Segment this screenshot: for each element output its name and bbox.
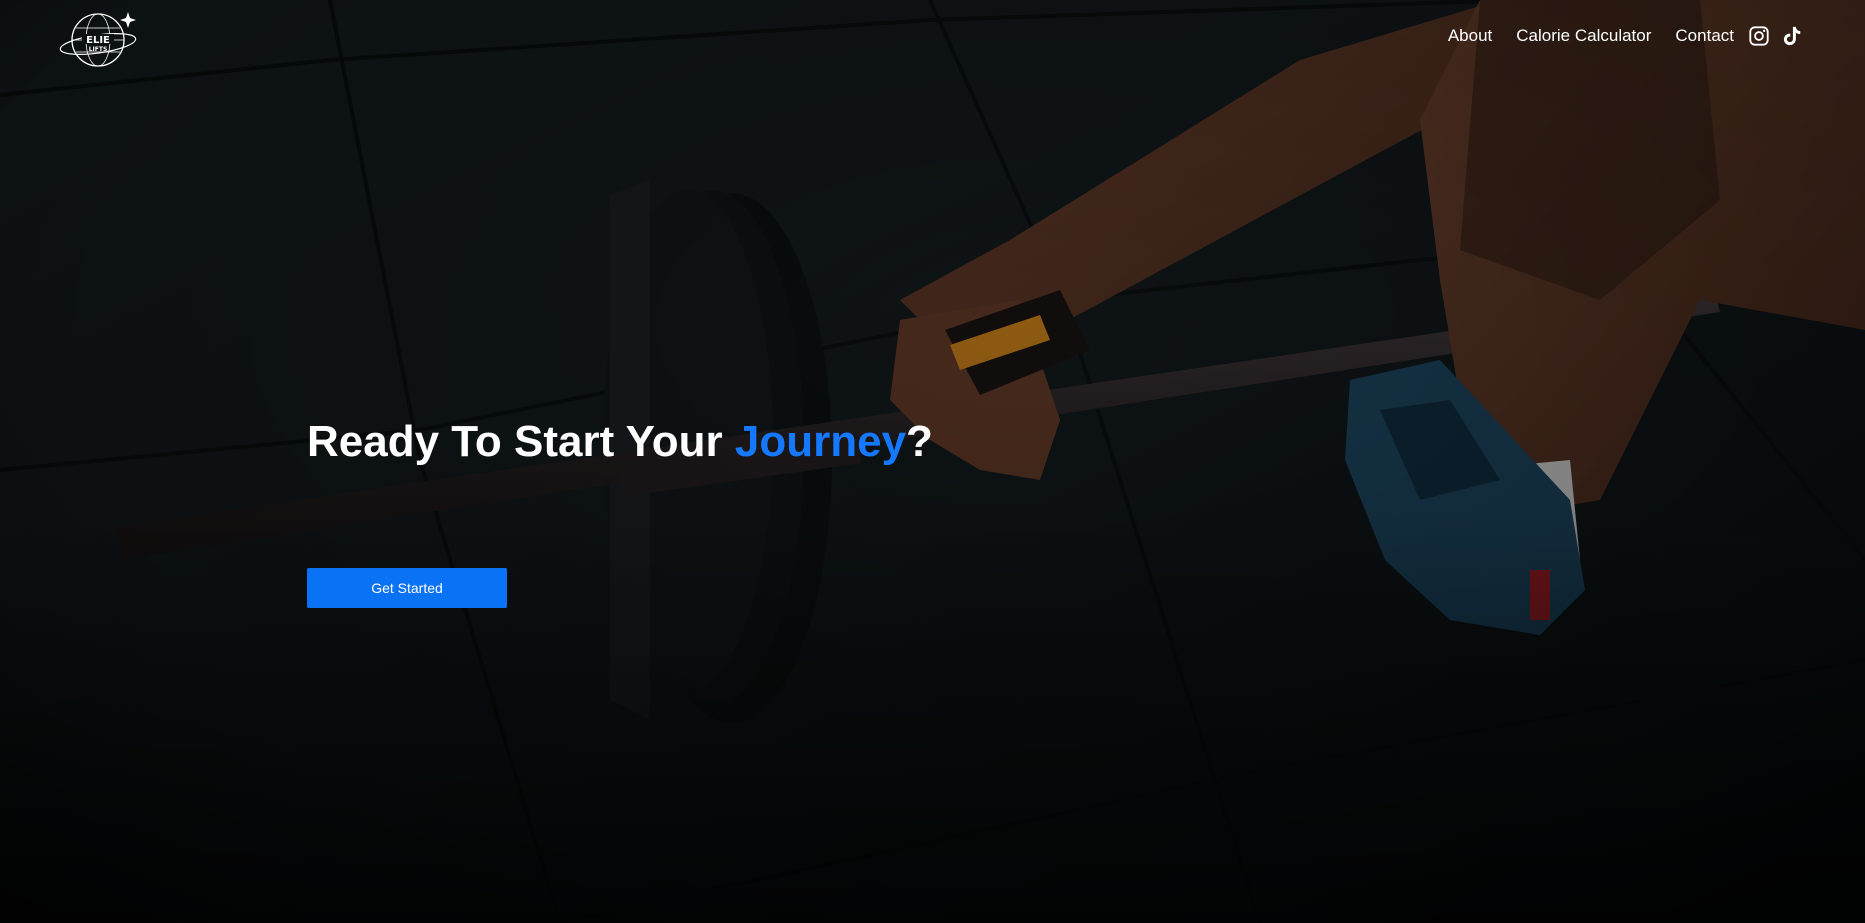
get-started-button[interactable]: Get Started xyxy=(307,568,507,608)
logo-subtext: LIFTS xyxy=(89,46,108,53)
headline-prefix: Ready To Start Your xyxy=(307,417,735,466)
logo-text: ELIE xyxy=(86,35,110,46)
nav-link-calorie-calculator[interactable]: Calorie Calculator xyxy=(1516,24,1651,48)
nav-links: About Calorie Calculator Contact xyxy=(1448,24,1803,48)
headline-accent: Journey xyxy=(734,417,907,466)
instagram-icon[interactable] xyxy=(1748,25,1770,47)
nav-link-contact[interactable]: Contact xyxy=(1675,24,1734,48)
headline-suffix: ? xyxy=(906,417,933,466)
nav-link-about[interactable]: About xyxy=(1448,24,1492,48)
hero-headline: Ready To Start Your Journey? xyxy=(307,416,933,468)
top-navbar: ELIE LIFTS About Calorie Calculator Cont… xyxy=(0,0,1865,70)
globe-logo-icon[interactable]: ELIE LIFTS xyxy=(58,8,138,68)
hero-section: ELIE LIFTS About Calorie Calculator Cont… xyxy=(0,0,1865,923)
tiktok-icon[interactable] xyxy=(1781,25,1803,47)
